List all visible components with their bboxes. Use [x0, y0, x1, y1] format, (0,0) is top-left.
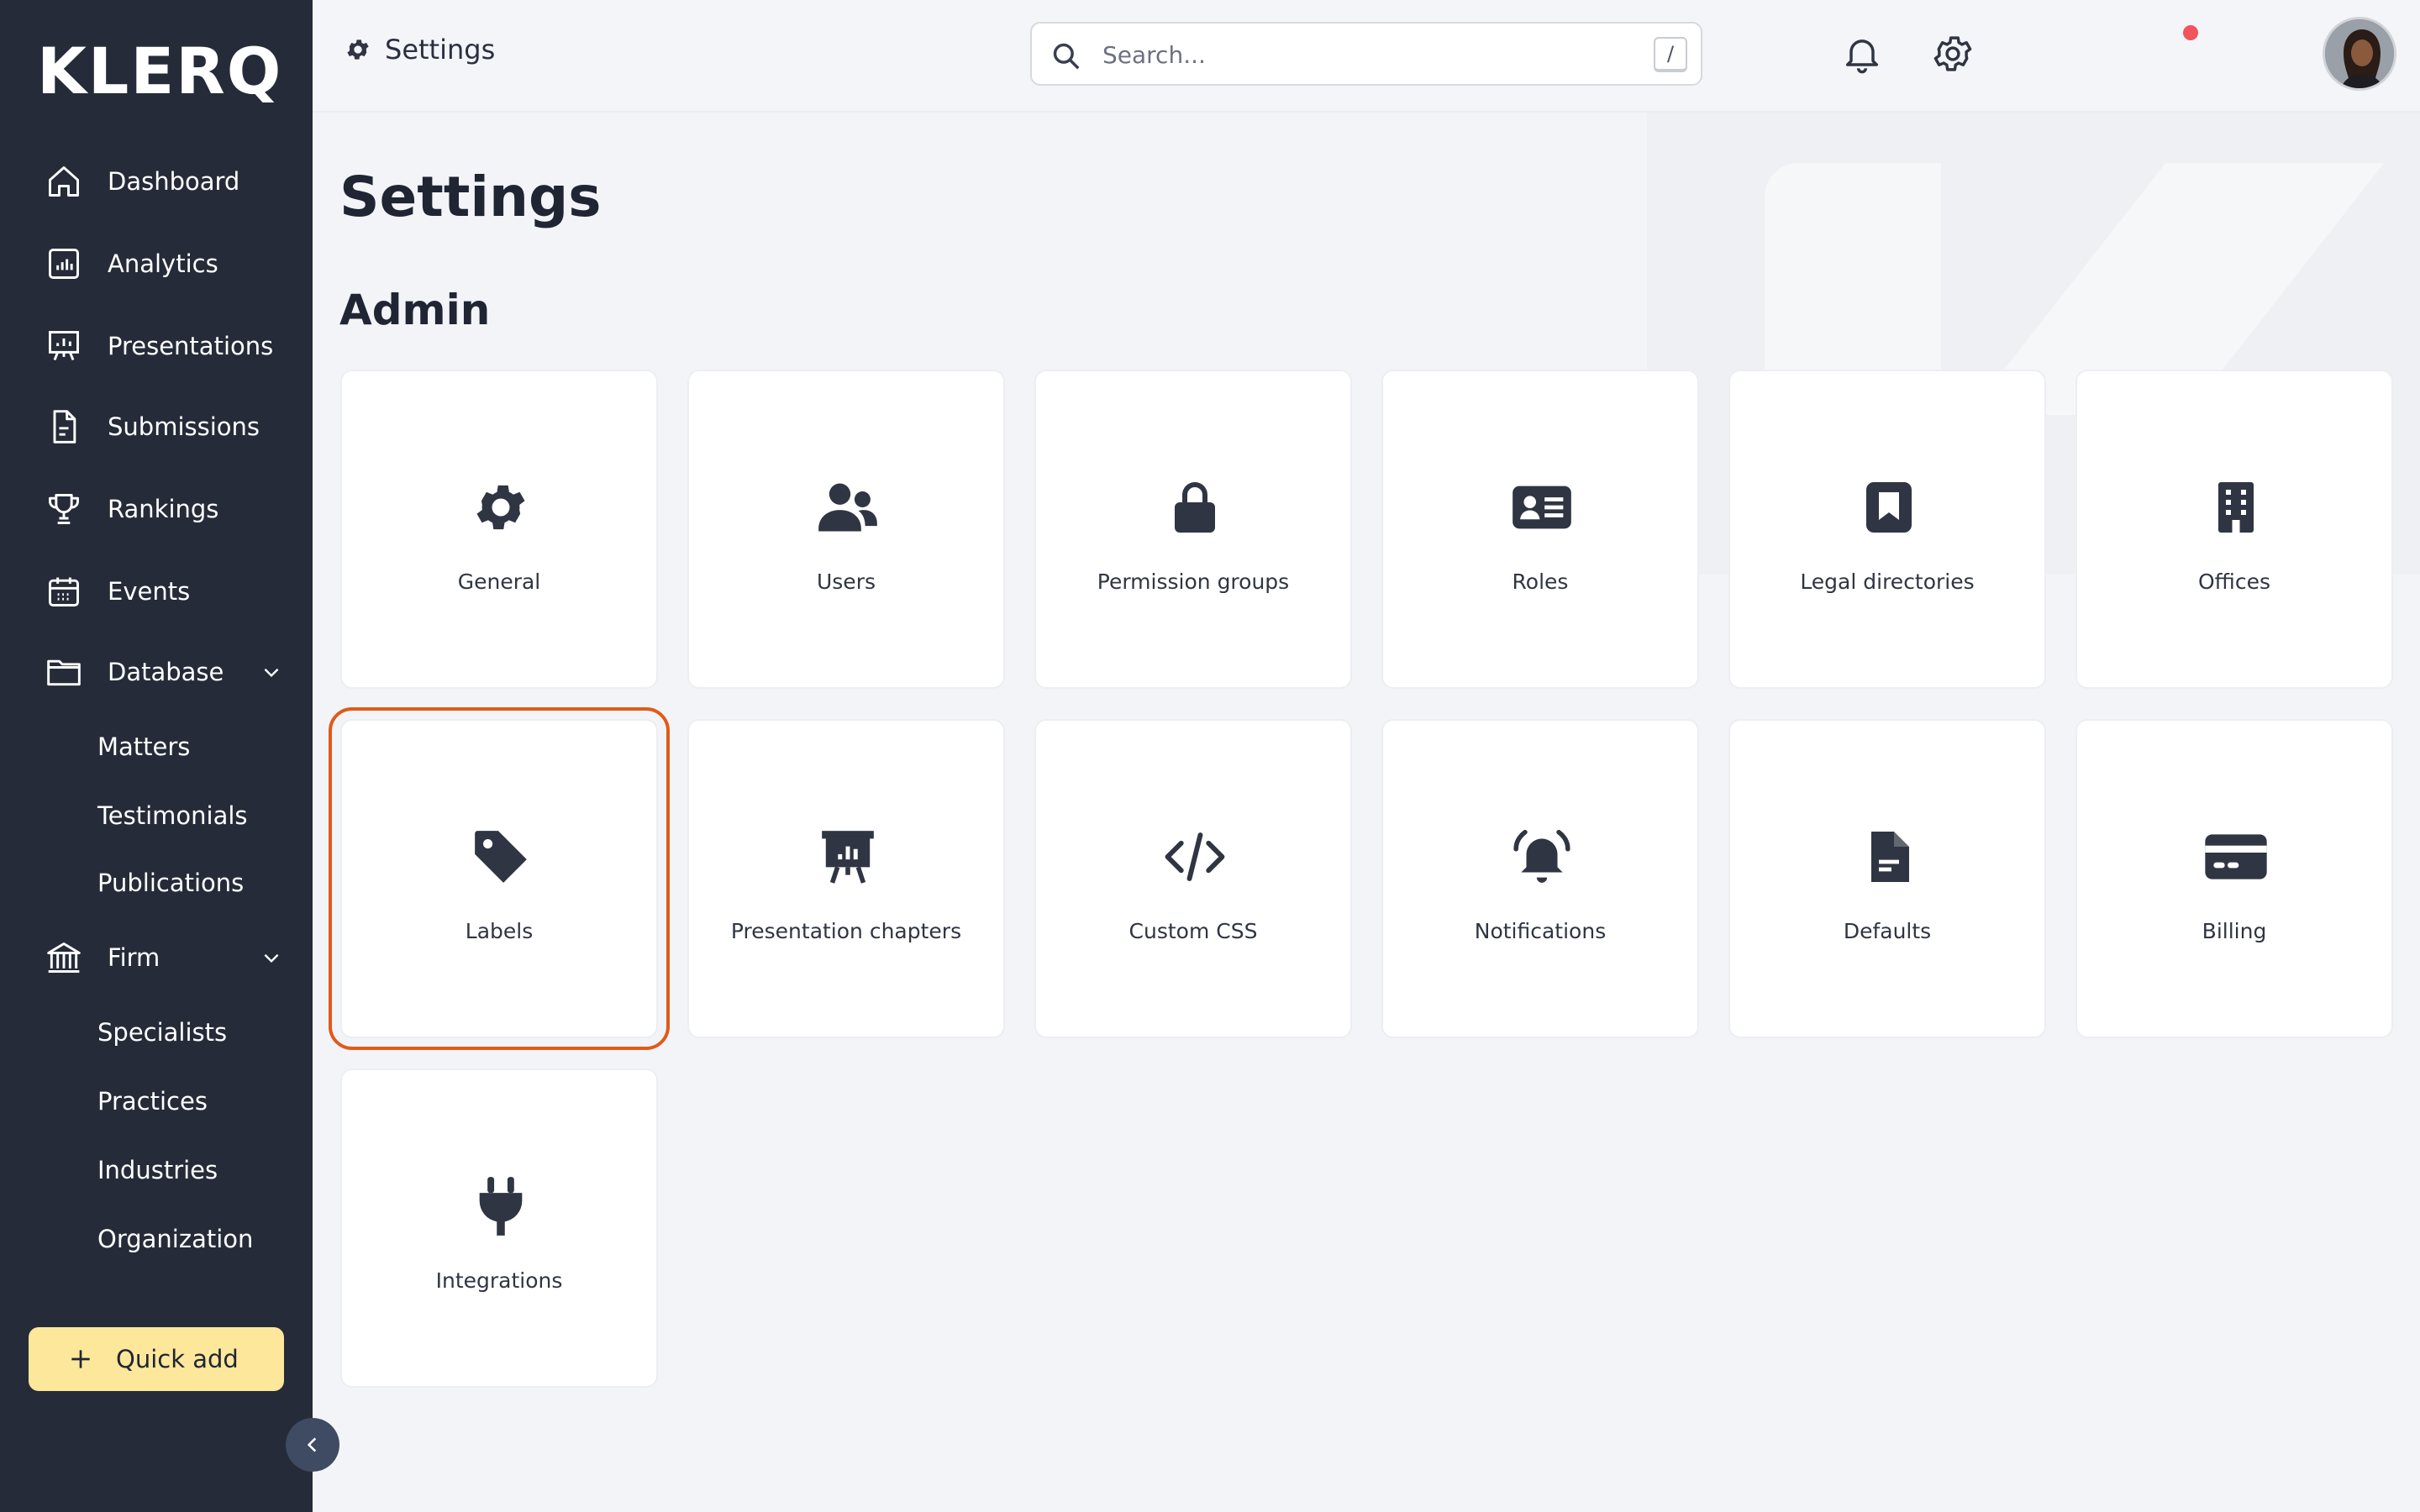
sidebar-item-dashboard[interactable]: Dashboard	[0, 148, 313, 215]
settings-card-users[interactable]: Users	[687, 370, 1005, 689]
sidebar: KLERQ Dashboard Analytics Presentations …	[0, 0, 313, 1512]
breadcrumb-current: Settings	[385, 34, 496, 66]
search-shortcut-key: /	[1654, 37, 1687, 72]
card-label: Integrations	[435, 1268, 563, 1293]
users-icon	[814, 474, 881, 541]
file-icon	[1855, 823, 1923, 890]
sidebar-item-label: Database	[108, 658, 224, 686]
plug-icon	[467, 1173, 534, 1240]
sidebar-subitem-industries[interactable]: Industries	[97, 1156, 218, 1184]
card-label: Roles	[1512, 570, 1569, 594]
card-label: Offices	[2198, 570, 2270, 594]
chevron-down-icon[interactable]	[259, 659, 284, 685]
search-icon	[1050, 40, 1082, 72]
credit-card-icon	[2202, 823, 2270, 890]
sidebar-item-submissions[interactable]: Submissions	[0, 393, 313, 460]
settings-card-billing[interactable]: Billing	[2075, 719, 2393, 1038]
document-icon	[45, 408, 82, 445]
klerq-logo[interactable]: KLERQ	[37, 34, 282, 108]
sidebar-subitem-organization[interactable]: Organization	[97, 1225, 253, 1253]
search-box[interactable]: /	[1030, 22, 1702, 86]
notifications-bell-icon[interactable]	[1840, 32, 1884, 76]
presentation-chart-icon	[814, 823, 881, 890]
settings-card-permission-groups[interactable]: Permission groups	[1034, 370, 1352, 689]
sidebar-item-database[interactable]: Database	[0, 638, 313, 706]
plus-icon	[67, 1346, 94, 1373]
sidebar-item-label: Submissions	[108, 412, 260, 441]
settings-card-general[interactable]: General	[340, 370, 658, 689]
card-label: Presentation chapters	[730, 919, 962, 943]
tag-icon	[467, 823, 534, 890]
page-title: Settings	[339, 165, 602, 229]
bank-icon	[45, 939, 82, 976]
card-label: Legal directories	[1800, 570, 1975, 594]
quick-add-button[interactable]: Quick add	[29, 1327, 284, 1391]
section-title-admin: Admin	[339, 286, 491, 334]
gear-icon	[467, 474, 534, 541]
id-card-icon	[1508, 474, 1576, 541]
settings-card-custom-css[interactable]: Custom CSS	[1034, 719, 1352, 1038]
sidebar-item-analytics[interactable]: Analytics	[0, 230, 313, 297]
card-label: Billing	[2202, 919, 2267, 943]
notification-badge	[2183, 25, 2198, 40]
sidebar-item-label: Analytics	[108, 249, 218, 278]
settings-card-roles[interactable]: Roles	[1381, 370, 1699, 689]
bar-chart-icon	[45, 245, 82, 282]
settings-card-integrations[interactable]: Integrations	[340, 1068, 658, 1388]
presentation-icon	[45, 328, 82, 365]
quick-add-label: Quick add	[116, 1345, 239, 1373]
code-icon	[1161, 823, 1228, 890]
card-label: Users	[816, 570, 876, 594]
user-avatar[interactable]	[2323, 17, 2396, 91]
sidebar-subitem-practices[interactable]: Practices	[97, 1087, 208, 1116]
sidebar-item-label: Presentations	[108, 332, 274, 360]
chevron-down-icon[interactable]	[259, 945, 284, 970]
card-label: General	[457, 570, 541, 594]
sidebar-item-label: Events	[108, 577, 191, 606]
sidebar-item-label: Dashboard	[108, 167, 240, 196]
trophy-icon	[45, 491, 82, 528]
sidebar-subitem-testimonials[interactable]: Testimonials	[97, 801, 248, 830]
settings-card-legal-directories[interactable]: Legal directories	[1728, 370, 2046, 689]
sidebar-item-label: Firm	[108, 943, 160, 972]
settings-card-notifications[interactable]: Notifications	[1381, 719, 1699, 1038]
top-bar: Settings /	[313, 0, 2420, 113]
breadcrumb: Settings	[345, 34, 495, 66]
sidebar-item-presentations[interactable]: Presentations	[0, 312, 313, 380]
settings-card-labels[interactable]: Labels	[329, 707, 670, 1050]
folder-icon	[45, 654, 82, 690]
gear-icon	[345, 36, 371, 63]
lock-icon	[1161, 474, 1228, 541]
card-label: Custom CSS	[1128, 919, 1258, 943]
chevron-left-icon	[307, 1437, 317, 1452]
bell-ring-icon	[1508, 823, 1576, 890]
card-label: Labels	[465, 919, 534, 943]
card-label: Permission groups	[1097, 570, 1290, 594]
sidebar-item-events[interactable]: Events	[0, 558, 313, 625]
sidebar-subitem-specialists[interactable]: Specialists	[97, 1018, 227, 1047]
sidebar-item-label: Rankings	[108, 495, 219, 523]
sidebar-subitem-matters[interactable]: Matters	[97, 732, 190, 761]
card-label: Defaults	[1843, 919, 1932, 943]
search-input[interactable]	[1102, 35, 1607, 74]
settings-card-defaults[interactable]: Defaults	[1728, 719, 2046, 1038]
home-icon	[45, 163, 82, 200]
building-icon	[2202, 474, 2270, 541]
collapse-sidebar-button[interactable]	[286, 1418, 339, 1472]
bookmark-icon	[1855, 474, 1923, 541]
settings-card-presentation-chapters[interactable]: Presentation chapters	[687, 719, 1005, 1038]
settings-card-offices[interactable]: Offices	[2075, 370, 2393, 689]
sidebar-item-rankings[interactable]: Rankings	[0, 475, 313, 543]
calendar-icon	[45, 573, 82, 610]
sidebar-item-firm[interactable]: Firm	[0, 924, 313, 991]
card-label: Notifications	[1474, 919, 1607, 943]
settings-gear-icon[interactable]	[1931, 32, 1975, 76]
sidebar-subitem-publications[interactable]: Publications	[97, 869, 244, 897]
